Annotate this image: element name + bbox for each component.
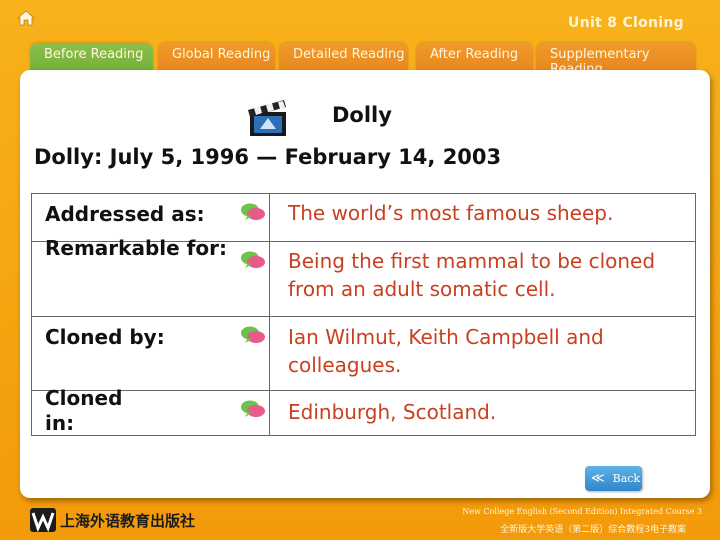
page-title: Dolly (332, 103, 392, 127)
speech-bubble-icon[interactable] (240, 202, 266, 222)
speech-bubble-icon[interactable] (240, 325, 266, 345)
speech-bubble-icon[interactable] (240, 399, 266, 419)
tab-label: Detailed Reading (293, 47, 405, 62)
row-label: Remarkable for: (45, 236, 227, 260)
row-label: Cloned in: (45, 386, 123, 435)
tab-label: After Reading (430, 47, 519, 62)
table-row: Remarkable for: Being the first mammal t… (32, 236, 695, 317)
row-value: Ian Wilmut, Keith Campbell and colleague… (288, 325, 604, 377)
unit-title: Unit 8 Cloning (568, 15, 684, 31)
clapperboard-icon[interactable] (246, 96, 290, 140)
speech-bubble-icon[interactable] (240, 250, 266, 270)
course-title-en: New College English (Second Edition) Int… (462, 507, 702, 516)
row-value: The world’s most famous sheep. (288, 201, 614, 225)
publisher-logo (30, 508, 56, 532)
course-title-cn: 全新版大学英语（第二版）综合教程3电子教案 (500, 525, 686, 535)
row-label: Cloned by: (45, 325, 165, 349)
table-row: Cloned by: Ian Wilmut, Keith Campbell an… (32, 317, 695, 391)
back-button[interactable]: ≪ Back (585, 466, 642, 491)
back-label: Back (612, 472, 641, 485)
home-icon[interactable] (17, 10, 35, 26)
info-table: Addressed as: The world’s most famous sh… (31, 193, 696, 436)
row-value: Being the first mammal to be cloned from… (288, 249, 656, 301)
page-subtitle: Dolly: July 5, 1996 — February 14, 2003 (34, 145, 502, 169)
back-chevron-icon: ≪ (591, 471, 605, 486)
publisher-name: 上海外语教育出版社 (60, 512, 196, 530)
tab-label: Global Reading (172, 47, 271, 62)
table-row: Addressed as: The world’s most famous sh… (32, 194, 695, 242)
table-row: Cloned in: Edinburgh, Scotland. (32, 386, 695, 435)
row-value: Edinburgh, Scotland. (288, 400, 497, 424)
tab-label: Before Reading (44, 47, 144, 62)
row-label: Addressed as: (45, 202, 205, 226)
